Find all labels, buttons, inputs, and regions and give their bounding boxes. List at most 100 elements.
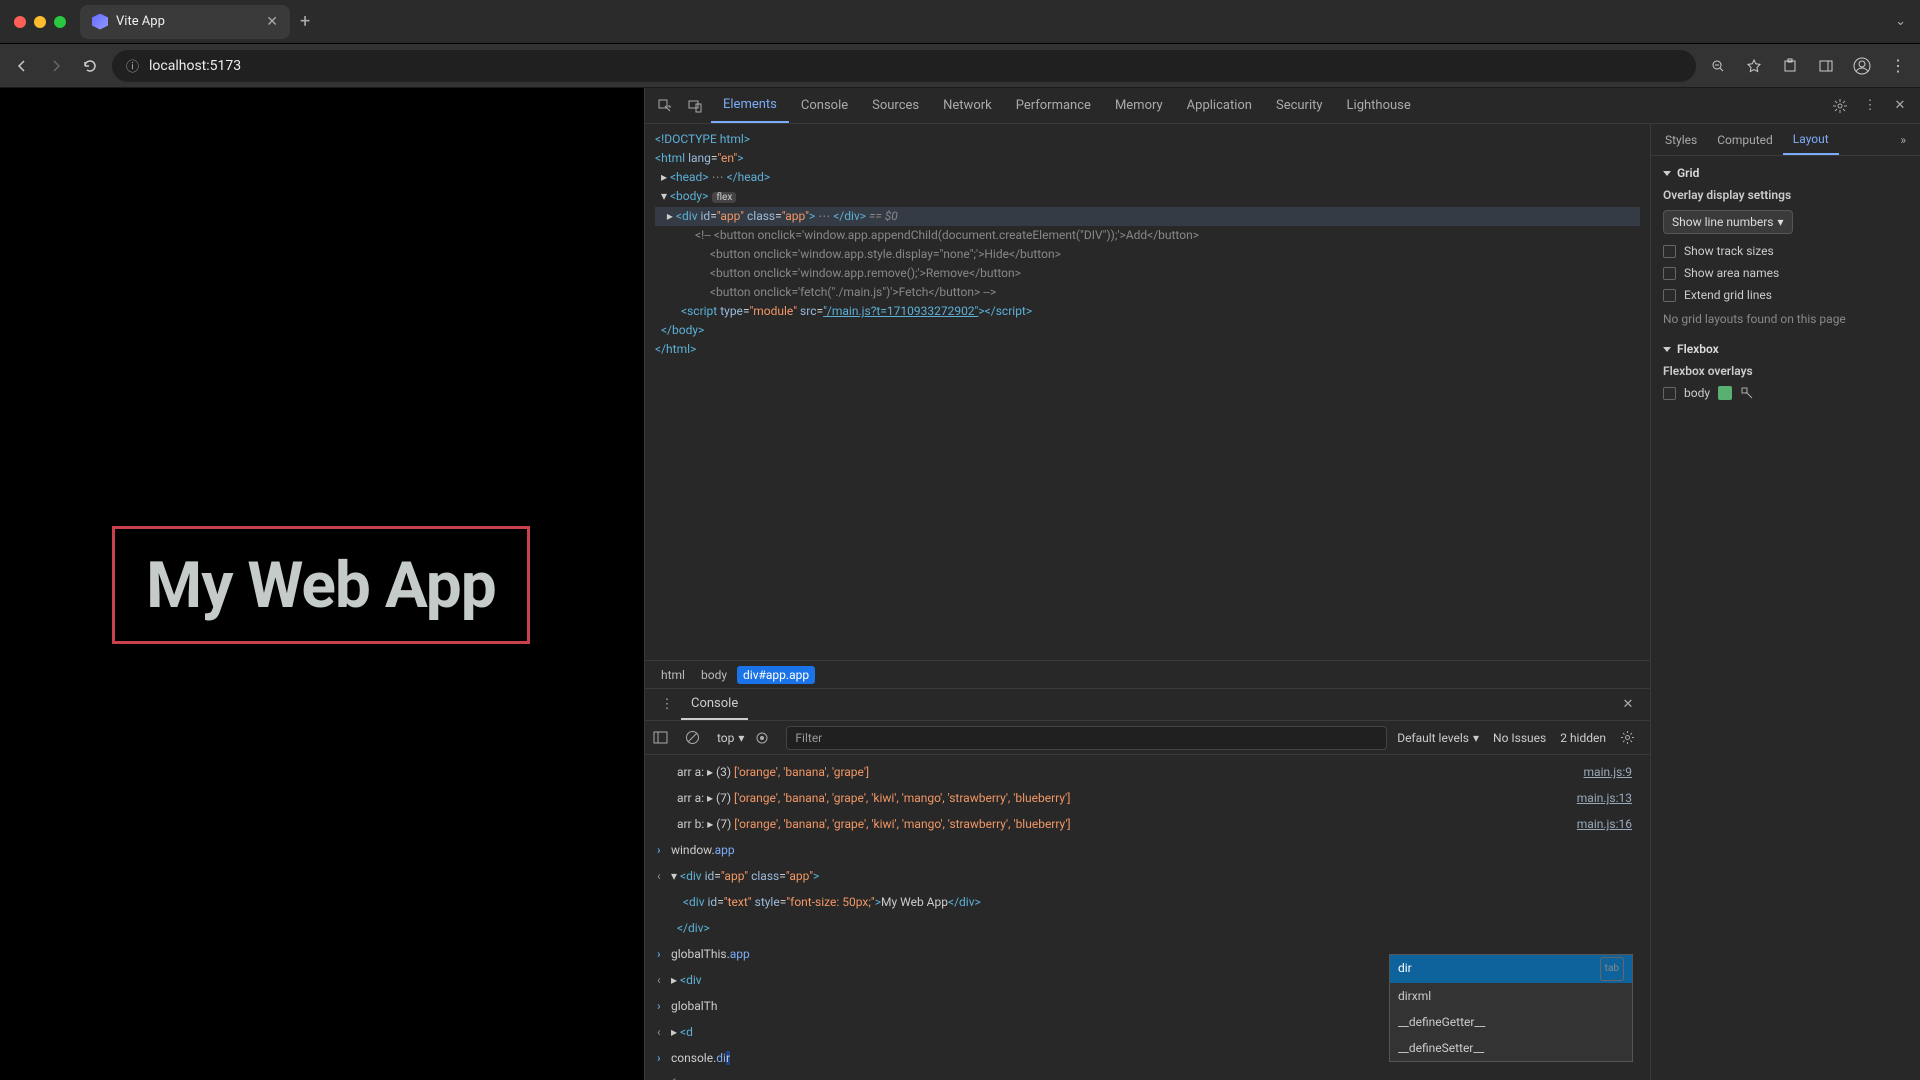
crumb-body[interactable]: body xyxy=(695,666,733,684)
tab-network[interactable]: Network xyxy=(931,88,1004,123)
crumb-div-app[interactable]: div#app.app xyxy=(737,666,815,684)
devtools-settings-icon[interactable] xyxy=(1826,92,1854,120)
reveal-element-icon[interactable] xyxy=(1740,386,1754,400)
device-toolbar-icon[interactable] xyxy=(681,92,709,120)
profile-icon[interactable] xyxy=(1850,54,1874,78)
inspect-element-icon[interactable] xyxy=(651,92,679,120)
filter-input[interactable]: Filter xyxy=(786,726,1387,750)
tab-memory[interactable]: Memory xyxy=(1103,88,1175,123)
dom-tree[interactable]: <!DOCTYPE html> <html lang="en"> ▸ <head… xyxy=(645,124,1650,660)
autocomplete-popup: dirtab dirxml __defineGetter__ __defineS… xyxy=(1389,954,1633,1062)
extensions-icon[interactable] xyxy=(1778,54,1802,78)
log-row: ›window.app xyxy=(645,837,1650,863)
dom-comment: <button onclick='window.app.remove();'>R… xyxy=(655,264,1640,283)
maximize-window-button[interactable] xyxy=(54,16,66,28)
tab-sources[interactable]: Sources xyxy=(860,88,931,123)
minimize-window-button[interactable] xyxy=(34,16,46,28)
devtools-close-icon[interactable]: ✕ xyxy=(1886,92,1914,120)
dom-comment: <button onclick='fetch("./main.js")'>Fet… xyxy=(655,283,1640,302)
tab-security[interactable]: Security xyxy=(1264,88,1335,123)
tab-lighthouse[interactable]: Lighthouse xyxy=(1335,88,1423,123)
checkbox-track-sizes[interactable]: Show track sizes xyxy=(1663,244,1908,258)
site-info-icon[interactable]: ⓘ xyxy=(126,56,139,75)
close-tab-button[interactable]: ✕ xyxy=(266,14,278,30)
traffic-lights xyxy=(14,16,66,28)
console-drawer: ⋮ Console ✕ top ▾ Filter Default levels … xyxy=(645,688,1650,1080)
elements-pane: <!DOCTYPE html> <html lang="en"> ▸ <head… xyxy=(645,124,1650,1080)
log-row: arr a: ▸ (3) ['orange', 'banana', 'grape… xyxy=(645,759,1650,785)
tab-layout[interactable]: Layout xyxy=(1783,124,1839,155)
no-grids-note: No grid layouts found on this page xyxy=(1663,312,1908,326)
hidden-count[interactable]: 2 hidden xyxy=(1560,731,1606,745)
window-titlebar: Vite App ✕ + ⌄ xyxy=(0,0,1920,44)
autocomplete-item[interactable]: dirtab xyxy=(1390,955,1632,983)
new-tab-button[interactable]: + xyxy=(300,11,310,32)
clear-console-icon[interactable] xyxy=(685,730,707,745)
crumb-html[interactable]: html xyxy=(655,666,691,684)
execution-context-dropdown[interactable]: top ▾ xyxy=(717,731,744,745)
tab-application[interactable]: Application xyxy=(1175,88,1264,123)
back-button[interactable] xyxy=(10,54,34,78)
dom-comment: <button onclick='window.app.style.displa… xyxy=(655,245,1640,264)
app-highlight-box: My Web App xyxy=(112,526,530,644)
tab-computed[interactable]: Computed xyxy=(1707,124,1783,155)
console-settings-icon[interactable] xyxy=(1620,730,1642,745)
devtools-tabbar: Elements Console Sources Network Perform… xyxy=(645,88,1920,124)
log-row: <div id="text" style="font-size: 50px;">… xyxy=(645,889,1650,915)
forward-button[interactable] xyxy=(44,54,68,78)
dom-comment: <!-- <button onclick='window.app.appendC… xyxy=(655,226,1640,245)
log-row: ‹ƒ xyxy=(645,1071,1650,1080)
live-expression-icon[interactable] xyxy=(754,730,776,746)
log-row: ‹▾ <div id="app" class="app"> xyxy=(645,863,1650,889)
menu-icon[interactable]: ⋮ xyxy=(1886,54,1910,78)
checkbox-extend-lines[interactable]: Extend grid lines xyxy=(1663,288,1908,302)
tab-title: Vite App xyxy=(116,14,165,29)
rendered-page: My Web App xyxy=(0,88,644,1080)
source-link[interactable]: main.js:13 xyxy=(1577,787,1638,809)
checkbox-area-names[interactable]: Show area names xyxy=(1663,266,1908,280)
console-log[interactable]: arr a: ▸ (3) ['orange', 'banana', 'grape… xyxy=(645,755,1650,1080)
color-swatch[interactable] xyxy=(1718,386,1732,400)
page-heading: My Web App xyxy=(146,548,496,623)
selected-dom-node[interactable]: ▸ <div id="app" class="app"> ⋯ </div> ==… xyxy=(655,207,1640,226)
close-window-button[interactable] xyxy=(14,16,26,28)
more-tabs-icon[interactable]: » xyxy=(1890,124,1916,155)
log-levels-dropdown[interactable]: Default levels ▾ xyxy=(1397,731,1479,745)
flexbox-overlays-label: Flexbox overlays xyxy=(1663,364,1908,378)
autocomplete-item[interactable]: dirxml xyxy=(1390,983,1632,1009)
log-row: </div> xyxy=(645,915,1650,941)
console-menu-icon[interactable]: ⋮ xyxy=(653,691,681,719)
no-issues-label[interactable]: No Issues xyxy=(1493,731,1546,745)
tab-elements[interactable]: Elements xyxy=(711,88,789,123)
log-row: arr b: ▸ (7) ['orange', 'banana', 'grape… xyxy=(645,811,1650,837)
flexbox-section-header[interactable]: Flexbox xyxy=(1663,342,1908,356)
tab-console[interactable]: Console xyxy=(789,88,860,123)
bookmark-icon[interactable] xyxy=(1742,54,1766,78)
styles-sidebar: Styles Computed Layout » Grid Overlay di… xyxy=(1650,124,1920,1080)
source-link[interactable]: main.js:16 xyxy=(1577,813,1638,835)
sidepanel-icon[interactable] xyxy=(1814,54,1838,78)
autocomplete-item[interactable]: __defineSetter__ xyxy=(1390,1035,1632,1061)
url-text: localhost:5173 xyxy=(149,58,241,74)
address-input[interactable]: ⓘ localhost:5173 xyxy=(112,50,1696,82)
log-row: arr a: ▸ (7) ['orange', 'banana', 'grape… xyxy=(645,785,1650,811)
devtools-menu-icon[interactable]: ⋮ xyxy=(1856,92,1884,120)
drawer-tab-console[interactable]: Console xyxy=(681,689,748,720)
zoom-icon[interactable] xyxy=(1706,54,1730,78)
flex-badge[interactable]: flex xyxy=(712,192,736,203)
grid-numbers-dropdown[interactable]: Show line numbers ▾ xyxy=(1663,210,1793,234)
source-link[interactable]: main.js:9 xyxy=(1584,761,1638,783)
drawer-close-icon[interactable]: ✕ xyxy=(1614,691,1642,719)
tab-styles[interactable]: Styles xyxy=(1655,124,1707,155)
flexbox-overlay-body[interactable]: body xyxy=(1663,386,1908,400)
console-sidebar-toggle-icon[interactable] xyxy=(653,730,675,745)
tab-performance[interactable]: Performance xyxy=(1004,88,1103,123)
autocomplete-item[interactable]: __defineGetter__ xyxy=(1390,1009,1632,1035)
breadcrumbs: html body div#app.app xyxy=(645,660,1650,688)
grid-section-header[interactable]: Grid xyxy=(1663,166,1908,180)
dom-doctype: <!DOCTYPE html> xyxy=(655,132,750,146)
devtools-panel: Elements Console Sources Network Perform… xyxy=(644,88,1920,1080)
reload-button[interactable] xyxy=(78,54,102,78)
tab-overflow-icon[interactable]: ⌄ xyxy=(1895,14,1906,29)
browser-tab[interactable]: Vite App ✕ xyxy=(80,5,290,39)
